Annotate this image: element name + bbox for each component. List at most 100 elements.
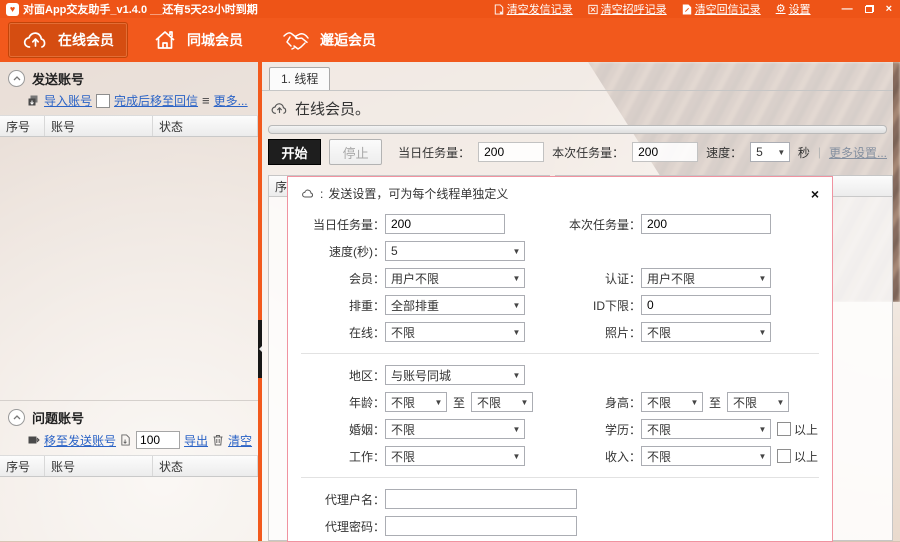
move-after-checkbox[interactable] <box>96 93 111 108</box>
send-accounts-title: 发送账号 <box>32 72 85 87</box>
proxy-user-input[interactable] <box>385 489 577 509</box>
job-select[interactable]: 不限 ▼ <box>385 446 525 466</box>
dialog-close-button[interactable]: × <box>811 187 819 201</box>
education-label: 学历： <box>604 422 641 437</box>
heading-text: 在线会员。 <box>295 101 371 118</box>
export-count-input[interactable] <box>136 431 181 449</box>
job-label: 工作： <box>348 449 385 464</box>
education-value: 不限 <box>647 422 672 437</box>
education-select[interactable]: 不限 ▼ <box>641 419 771 439</box>
auth-value: 用户不限 <box>647 271 696 286</box>
income-above-checkbox[interactable] <box>777 449 791 463</box>
problem-accounts-table-header: 序号 账号 状态 <box>0 455 258 477</box>
region-value: 与账号同城 <box>391 368 452 383</box>
nav-tab-online-members[interactable]: 在线会员 <box>8 22 128 58</box>
nav-tab-city-members[interactable]: 同城会员 <box>138 21 257 59</box>
more-link[interactable]: 更多... <box>214 92 248 109</box>
auth-label: 认证： <box>604 271 641 286</box>
window-controls: — × <box>842 3 892 15</box>
home-icon <box>155 31 175 49</box>
collapse-send-accounts-button[interactable] <box>8 70 25 87</box>
clear-reply-records-link[interactable]: 清空回信记录 <box>682 1 761 17</box>
settings-link[interactable]: ⚙ 设置 <box>776 1 811 17</box>
batch-task-input[interactable] <box>641 214 771 234</box>
proxy-user-label: 代理户名： <box>324 492 385 507</box>
region-select[interactable]: 与账号同城 ▼ <box>385 365 525 385</box>
chevron-down-icon: ▼ <box>512 273 521 283</box>
dialog-title: 发送设置，可为每个线程单独定义 <box>328 187 509 201</box>
speed-value: 5 <box>391 244 398 258</box>
document-pen-icon <box>682 3 691 15</box>
auth-select[interactable]: 用户不限 ▼ <box>641 268 771 288</box>
dialog-colon: : <box>320 186 324 201</box>
speed-select[interactable]: 5 ▼ <box>385 241 525 261</box>
age-from-select[interactable]: 不限 ▼ <box>385 392 447 412</box>
marriage-select[interactable]: 不限 ▼ <box>385 419 525 439</box>
dialog-row-tasks: 当日任务量： 本次任务量： <box>301 214 819 234</box>
online-select[interactable]: 不限 ▼ <box>385 322 525 342</box>
send-accounts-table-body <box>0 137 258 400</box>
proxy-pass-input[interactable] <box>385 516 577 536</box>
column-header[interactable]: 序号 <box>0 456 45 476</box>
online-label: 在线： <box>348 325 385 340</box>
member-label: 会员： <box>348 271 385 286</box>
column-header[interactable]: 序号 <box>0 116 45 136</box>
stop-button[interactable]: 停止 <box>329 139 383 165</box>
dedupe-value: 全部排重 <box>391 298 440 313</box>
age-to-select[interactable]: 不限 ▼ <box>471 392 534 412</box>
dialog-titlebar: : 发送设置，可为每个线程单独定义 × <box>301 185 819 202</box>
titlebar: ♥ 对面App交友助手_v1.4.0 __还有5天23小时到期 清空发信记录 清… <box>0 0 900 18</box>
id-min-input[interactable] <box>641 295 771 315</box>
height-from-select[interactable]: 不限 ▼ <box>641 392 703 412</box>
height-from-value: 不限 <box>647 395 672 410</box>
daily-task-input[interactable] <box>478 142 545 162</box>
chevron-down-icon: ▼ <box>776 397 785 407</box>
clear-send-records-link[interactable]: 清空发信记录 <box>494 1 573 17</box>
dedupe-select[interactable]: 全部排重 ▼ <box>385 295 525 315</box>
column-header[interactable]: 账号 <box>45 456 153 476</box>
daily-task-label: 当日任务量： <box>312 217 385 232</box>
sidebar: 发送账号 导入账号 完成后移至回信 ≡ 更多... 序号 账号 状态 问题账号 … <box>0 62 258 541</box>
clear-greet-records-link[interactable]: 清空招呼记录 <box>588 1 667 17</box>
member-select[interactable]: 用户不限 ▼ <box>385 268 525 288</box>
chevron-down-icon: ▼ <box>512 246 521 256</box>
clear-link[interactable]: 清空 <box>228 432 252 449</box>
column-header[interactable]: 账号 <box>45 116 153 136</box>
sidebar-collapse-handle[interactable] <box>258 320 262 378</box>
above-label: 以上 <box>794 422 819 437</box>
document-x-icon <box>494 3 503 15</box>
horizontal-splitter[interactable] <box>268 125 887 134</box>
income-select[interactable]: 不限 ▼ <box>641 446 771 466</box>
column-header[interactable]: 状态 <box>153 456 258 476</box>
move-to-send-link[interactable]: 移至发送账号 <box>44 432 116 449</box>
nav-tab-encounter-members[interactable]: 邂逅会员 <box>267 21 390 59</box>
problem-accounts-header: 问题账号 <box>0 400 258 430</box>
column-header[interactable]: 状态 <box>153 116 258 136</box>
move-after-done-link[interactable]: 完成后移至回信 <box>114 92 198 109</box>
speed-select[interactable]: 5 ▼ <box>750 142 790 162</box>
vertical-splitter[interactable] <box>258 62 262 541</box>
collapse-problem-accounts-button[interactable] <box>8 409 25 426</box>
maximize-button[interactable] <box>864 5 874 13</box>
send-accounts-table-header: 序号 账号 状态 <box>0 115 258 137</box>
handshake-icon <box>283 32 309 50</box>
more-settings-link[interactable]: 更多设置... <box>829 144 887 161</box>
tab-thread-1[interactable]: 1. 线程 <box>269 67 331 90</box>
minimize-button[interactable]: — <box>842 3 853 15</box>
toolbar: 开始 停止 当日任务量： 本次任务量： 速度： 5 ▼ 秒 | 更多设置... <box>262 136 893 170</box>
height-to-select[interactable]: 不限 ▼ <box>727 392 790 412</box>
dedupe-label: 排重： <box>348 298 385 313</box>
collapse-left-arrow-icon <box>258 346 262 352</box>
export-link[interactable]: 导出 <box>184 432 208 449</box>
height-label: 身高： <box>604 395 641 410</box>
education-above-checkbox[interactable] <box>777 422 791 436</box>
daily-task-input[interactable] <box>385 214 505 234</box>
batch-task-input[interactable] <box>632 142 699 162</box>
photo-select[interactable]: 不限 ▼ <box>641 322 771 342</box>
dialog-row-region: 地区： 与账号同城 ▼ <box>301 365 819 385</box>
close-button[interactable]: × <box>886 3 892 15</box>
import-accounts-link[interactable]: 导入账号 <box>44 92 92 109</box>
start-button[interactable]: 开始 <box>268 139 322 165</box>
problem-accounts-title: 问题账号 <box>32 411 85 426</box>
chevron-down-icon: ▼ <box>690 397 699 407</box>
